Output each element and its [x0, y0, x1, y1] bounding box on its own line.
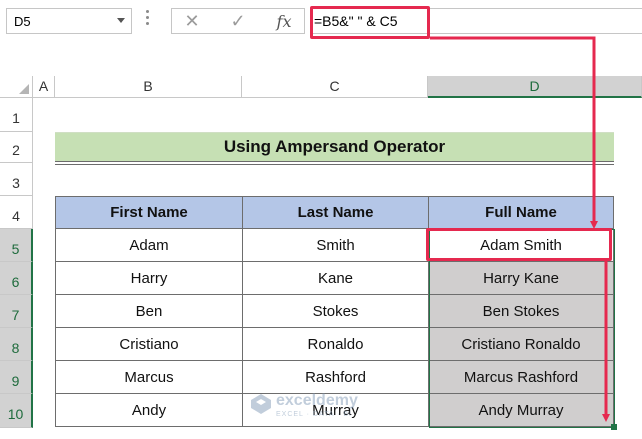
table-row: Adam Smith Adam Smith: [55, 228, 614, 262]
column-header-b[interactable]: B: [55, 76, 242, 98]
name-box-value: D5: [14, 14, 31, 29]
full-name-cell[interactable]: Cristiano Ronaldo: [428, 327, 614, 361]
full-name-cell[interactable]: Harry Kane: [428, 261, 614, 295]
select-all-corner[interactable]: [0, 76, 33, 98]
first-name-cell[interactable]: Adam: [55, 228, 243, 262]
row-header-4[interactable]: 4: [0, 196, 33, 229]
resize-handle-icon[interactable]: [146, 10, 149, 32]
formula-buttons: ✕ ✓ fx: [171, 8, 305, 34]
row-header-6[interactable]: 6: [0, 262, 33, 295]
first-name-cell[interactable]: Andy: [55, 393, 243, 427]
last-name-cell[interactable]: Smith: [242, 228, 429, 262]
table-row: Marcus Rashford Marcus Rashford: [55, 360, 614, 394]
names-table: First Name Last Name Full Name Adam Smit…: [55, 196, 614, 427]
full-name-cell[interactable]: Adam Smith: [428, 228, 614, 262]
cancel-icon[interactable]: ✕: [172, 9, 212, 35]
insert-function-icon[interactable]: fx: [264, 9, 304, 35]
table-row: Harry Kane Harry Kane: [55, 261, 614, 295]
table-row: Cristiano Ronaldo Cristiano Ronaldo: [55, 327, 614, 361]
first-name-cell[interactable]: Cristiano: [55, 327, 243, 361]
header-full-name[interactable]: Full Name: [428, 196, 614, 229]
table-row: Andy Murray Andy Murray: [55, 393, 614, 427]
table-row: Ben Stokes Ben Stokes: [55, 294, 614, 328]
last-name-cell[interactable]: Kane: [242, 261, 429, 295]
row-header-3[interactable]: 3: [0, 163, 33, 196]
formula-highlight-box: [310, 6, 430, 39]
column-header-d[interactable]: D: [428, 76, 642, 98]
row-header-8[interactable]: 8: [0, 328, 33, 361]
fill-handle[interactable]: [611, 424, 617, 430]
row-header-5[interactable]: 5: [0, 229, 33, 262]
last-name-cell[interactable]: Murray: [242, 393, 429, 427]
name-box[interactable]: D5: [6, 8, 132, 34]
header-last-name[interactable]: Last Name: [242, 196, 429, 229]
first-name-cell[interactable]: Ben: [55, 294, 243, 328]
full-name-cell[interactable]: Ben Stokes: [428, 294, 614, 328]
full-name-cell[interactable]: Marcus Rashford: [428, 360, 614, 394]
chevron-down-icon[interactable]: [117, 18, 125, 23]
row-header-2[interactable]: 2: [0, 132, 33, 163]
last-name-cell[interactable]: Rashford: [242, 360, 429, 394]
header-first-name[interactable]: First Name: [55, 196, 243, 229]
last-name-cell[interactable]: Ronaldo: [242, 327, 429, 361]
row-header-7[interactable]: 7: [0, 295, 33, 328]
first-name-cell[interactable]: Harry: [55, 261, 243, 295]
column-header-a[interactable]: A: [33, 76, 55, 98]
table-header-row: First Name Last Name Full Name: [55, 196, 614, 229]
formula-bar: D5 ✕ ✓ fx =B5&" " & C5: [0, 0, 642, 76]
last-name-cell[interactable]: Stokes: [242, 294, 429, 328]
column-header-c[interactable]: C: [242, 76, 428, 98]
full-name-cell[interactable]: Andy Murray: [428, 393, 614, 427]
enter-icon[interactable]: ✓: [218, 9, 258, 35]
row-header-1[interactable]: 1: [0, 98, 33, 132]
first-name-cell[interactable]: Marcus: [55, 360, 243, 394]
sheet-title[interactable]: Using Ampersand Operator: [55, 132, 614, 165]
row-header-9[interactable]: 9: [0, 361, 33, 394]
row-header-10[interactable]: 10: [0, 394, 33, 428]
